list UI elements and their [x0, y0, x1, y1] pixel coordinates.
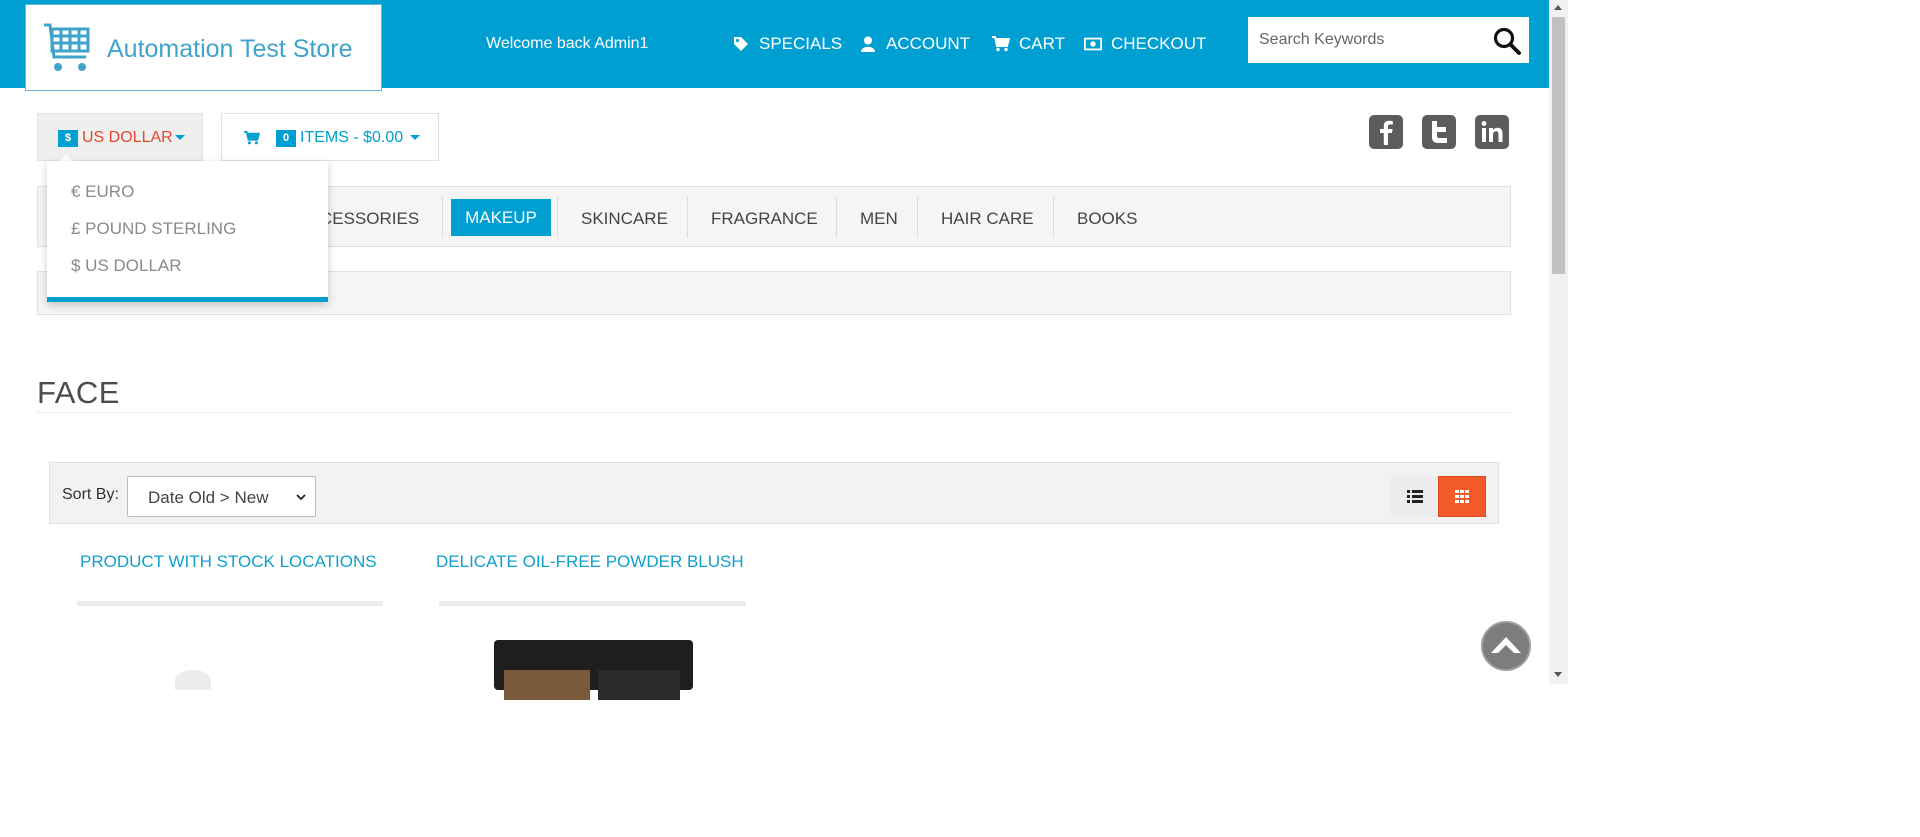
divider: [836, 197, 837, 238]
blush-pan: [504, 670, 590, 700]
sort-select[interactable]: Date Old > New: [127, 476, 316, 517]
store-name: Automation Test Store: [107, 35, 353, 63]
search-icon[interactable]: [1493, 27, 1521, 55]
back-to-top-button[interactable]: [1481, 621, 1531, 671]
user-icon: [859, 36, 877, 52]
product-image[interactable]: [175, 670, 211, 690]
nav-specials[interactable]: SPECIALS: [732, 34, 842, 54]
category-men[interactable]: MEN: [860, 209, 898, 229]
divider: [439, 601, 746, 606]
twitter-icon[interactable]: [1422, 115, 1456, 149]
money-icon: [1084, 36, 1102, 52]
currency-option-usd[interactable]: $ US DOLLAR: [71, 256, 182, 276]
linkedin-icon[interactable]: [1475, 115, 1509, 149]
nav-label: CHECKOUT: [1111, 34, 1207, 53]
divider: [77, 601, 383, 606]
nav-label: ACCOUNT: [886, 34, 971, 53]
product-title-link[interactable]: DELICATE OIL-FREE POWDER BLUSH: [436, 552, 744, 572]
page-title: FACE: [37, 375, 120, 410]
currency-dropdown: € EURO £ POUND STERLING $ US DOLLAR: [47, 161, 328, 302]
grid-view-button[interactable]: [1438, 476, 1486, 517]
scroll-thumb[interactable]: [1552, 17, 1565, 274]
welcome-message[interactable]: Welcome back Admin1: [486, 35, 648, 53]
currency-option-euro[interactable]: € EURO: [71, 182, 134, 202]
nav-label: CART: [1019, 34, 1065, 53]
currency-selected: US DOLLAR: [82, 129, 185, 147]
cart-summary: ITEMS - $0.00: [300, 129, 420, 147]
grid-icon: [1455, 490, 1469, 503]
category-fragrance[interactable]: FRAGRANCE: [711, 209, 818, 229]
sort-toolbar: Sort By: Date Old > New: [49, 462, 1499, 524]
nav-account[interactable]: ACCOUNT: [859, 34, 970, 54]
cart-icon: [244, 131, 260, 145]
sort-label: Sort By:: [62, 486, 119, 503]
mini-cart-button[interactable]: 0 ITEMS - $0.00: [221, 113, 439, 161]
mirror-pan: [598, 670, 680, 700]
store-logo[interactable]: Automation Test Store: [25, 4, 382, 91]
divider: [687, 197, 688, 238]
search-box: [1248, 17, 1529, 63]
search-input[interactable]: [1248, 17, 1478, 63]
cart-count-badge: 0: [276, 130, 296, 147]
nav-label: SPECIALS: [759, 34, 843, 53]
category-books[interactable]: BOOKS: [1077, 209, 1137, 229]
currency-badge: $: [58, 130, 78, 147]
cart-icon: [992, 36, 1010, 52]
divider: [557, 197, 558, 238]
chevron-down-icon: [296, 494, 306, 501]
shopping-cart-logo-icon: [44, 23, 90, 71]
chevron-down-icon: [174, 135, 185, 141]
chevron-up-icon: [1491, 637, 1521, 653]
category-accessories[interactable]: CESSORIES: [320, 209, 419, 229]
divider: [442, 197, 443, 238]
site-header: Automation Test Store Welcome back Admin…: [0, 0, 1549, 91]
sort-selected-value: Date Old > New: [148, 488, 269, 507]
scroll-down-arrow-icon[interactable]: [1554, 672, 1562, 677]
chevron-down-icon: [409, 135, 420, 141]
tag-icon: [732, 36, 750, 52]
nav-checkout[interactable]: CHECKOUT: [1084, 34, 1206, 54]
product-title-link[interactable]: PRODUCT WITH STOCK LOCATIONS: [80, 552, 377, 572]
product-image[interactable]: [494, 640, 693, 700]
divider: [917, 197, 918, 238]
category-makeup[interactable]: MAKEUP: [451, 199, 551, 236]
list-icon: [1407, 490, 1423, 503]
page-scrollbar[interactable]: [1549, 0, 1568, 684]
divider: [1053, 197, 1054, 238]
category-skincare[interactable]: SKINCARE: [581, 209, 668, 229]
category-hair-care[interactable]: HAIR CARE: [941, 209, 1034, 229]
nav-cart[interactable]: CART: [992, 34, 1065, 54]
facebook-icon[interactable]: [1369, 115, 1403, 149]
divider: [37, 412, 1511, 413]
currency-option-pound[interactable]: £ POUND STERLING: [71, 219, 236, 239]
list-view-button[interactable]: [1391, 476, 1438, 517]
scroll-up-arrow-icon[interactable]: [1554, 5, 1562, 10]
